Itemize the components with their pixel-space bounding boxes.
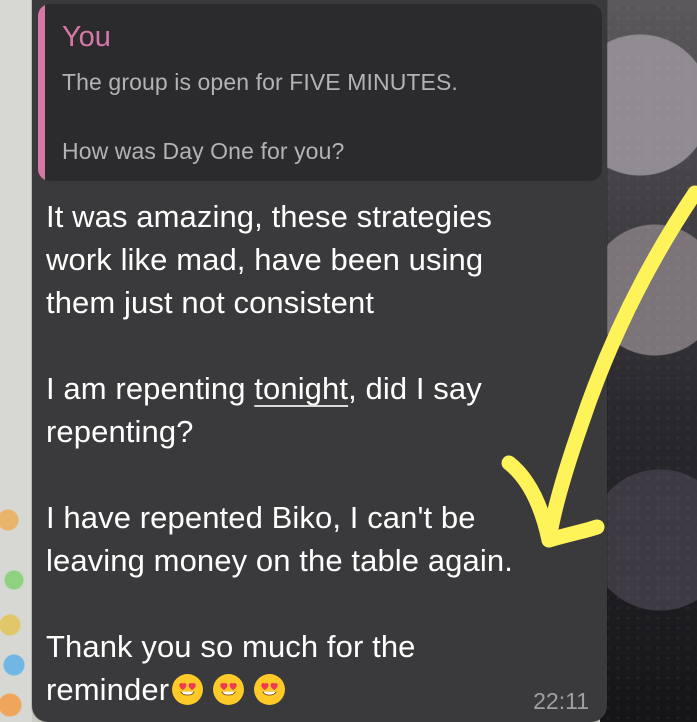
- quoted-author: You: [62, 21, 111, 53]
- message-timestamp: 22:11: [533, 688, 589, 714]
- message-line: I am repenting tonight, did I say: [46, 367, 566, 410]
- message-text-segment: reminder: [46, 672, 170, 707]
- paragraph-break: [46, 453, 566, 496]
- paragraph-break: [46, 324, 566, 367]
- message-line: I have repented Biko, I can't be: [46, 500, 476, 535]
- heart-eyes-emoji-icon: [171, 673, 204, 706]
- message-line: It was amazing, these strategies: [46, 199, 493, 234]
- message-bubble[interactable]: You The group is open for FIVE MINUTES. …: [32, 0, 607, 722]
- quoted-text-line: How was Day One for you?: [62, 138, 345, 164]
- tonight-link[interactable]: tonight: [254, 371, 348, 406]
- background-photo: [600, 0, 697, 722]
- message-line: work like mad, have been using: [46, 242, 484, 277]
- heart-eyes-emoji-icon: [253, 673, 286, 706]
- message-line: Thank you so much for the: [46, 629, 416, 664]
- paragraph-break: [46, 582, 566, 625]
- message-text-segment: I am repenting: [46, 371, 255, 406]
- message-text: It was amazing, these strategies work li…: [46, 195, 566, 711]
- quote-accent-bar: [38, 4, 45, 181]
- quoted-text-line: The group is open for FIVE MINUTES.: [62, 69, 458, 95]
- message-text-segment: , did I say: [348, 371, 482, 406]
- message-line: reminder: [46, 668, 566, 711]
- message-line: leaving money on the table again.: [46, 543, 513, 578]
- message-line: them just not consistent: [46, 285, 375, 320]
- heart-eyes-emoji-icon: [212, 673, 245, 706]
- message-line: repenting?: [46, 414, 194, 449]
- quoted-message[interactable]: You The group is open for FIVE MINUTES. …: [38, 4, 602, 181]
